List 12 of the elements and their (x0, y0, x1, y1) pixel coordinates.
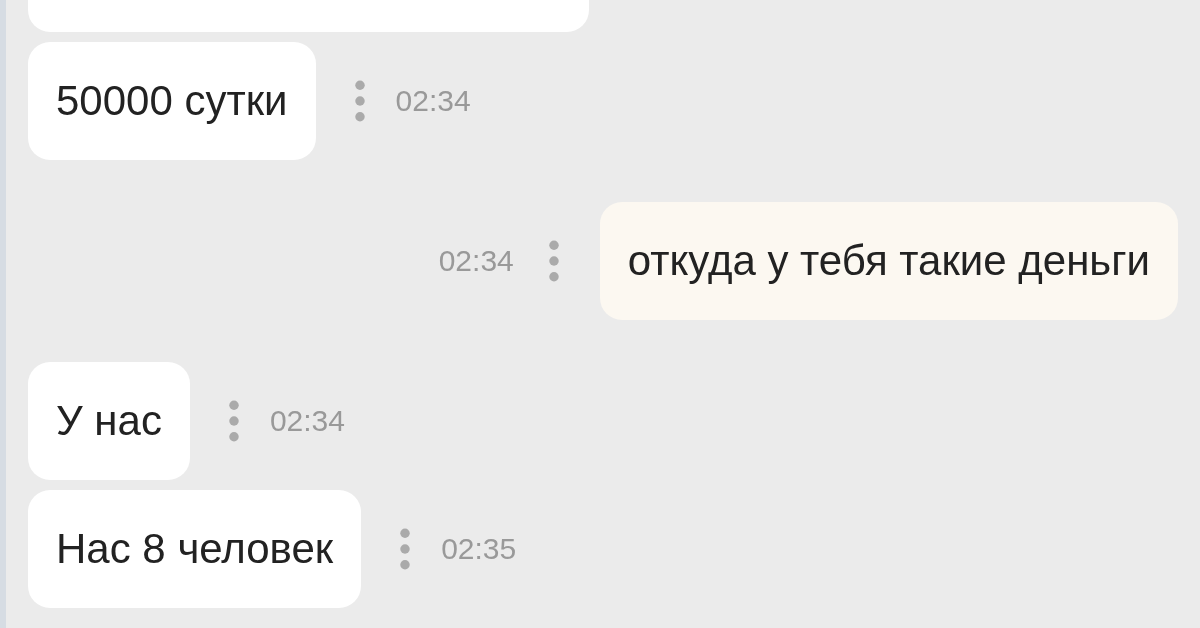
message-bubble: Нас 8 человек (28, 490, 362, 608)
more-icon[interactable] (399, 528, 412, 570)
message-bubble: 50000 сутки (28, 42, 316, 160)
more-icon[interactable] (227, 400, 240, 442)
message-time: 02:34 (438, 244, 514, 278)
message-bubble: откуда у тебя такие деньги (599, 202, 1178, 320)
message-time: 02:34 (395, 84, 471, 118)
more-icon[interactable] (353, 80, 366, 122)
more-icon[interactable] (547, 240, 560, 282)
message-time: 02:34 (269, 404, 345, 438)
message-time: 02:35 (441, 532, 517, 566)
message-bubble: У нас (28, 362, 190, 480)
